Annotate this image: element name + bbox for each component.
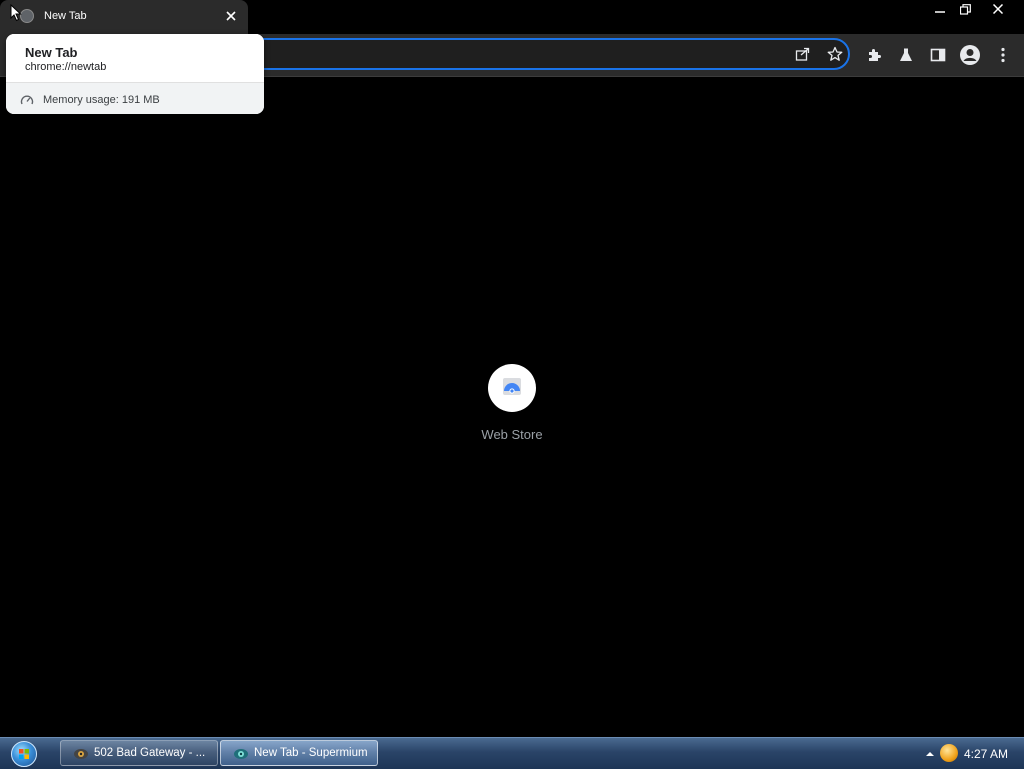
window-close-icon[interactable]: [986, 0, 1010, 18]
hover-card-header: New Tab chrome://newtab: [6, 34, 264, 81]
tab-strip: New Tab: [0, 0, 1024, 34]
minimize-icon[interactable]: [928, 0, 952, 18]
taskbar-item-label: 502 Bad Gateway - ...: [94, 747, 206, 759]
labs-flask-icon[interactable]: [893, 42, 919, 68]
menu-kebab-icon[interactable]: [990, 42, 1016, 68]
tab-close-icon[interactable]: [222, 7, 240, 25]
start-button[interactable]: [8, 739, 40, 769]
omnibox[interactable]: [236, 38, 850, 70]
speedometer-icon: [20, 93, 34, 107]
tab-favicon-icon: [20, 9, 34, 23]
windows-logo-icon: [11, 741, 37, 767]
hover-card-title: New Tab: [25, 45, 78, 60]
taskbar-item-502-bad-gateway[interactable]: 502 Bad Gateway - ...: [60, 740, 218, 766]
taskbar-item-new-tab-supermium[interactable]: New Tab - Supermium: [220, 740, 378, 766]
taskbar: 502 Bad Gateway - ... New Tab - Supermiu…: [0, 737, 1024, 769]
bookmark-star-icon[interactable]: [822, 41, 848, 67]
hover-card-url: chrome://newtab: [25, 61, 107, 73]
memory-usage-text: Memory usage: 191 MB: [43, 94, 160, 106]
profile-avatar-icon[interactable]: [957, 42, 983, 68]
mouse-cursor-icon: [10, 3, 22, 22]
tab-hover-card: New Tab chrome://newtab Memory usage: 19…: [6, 34, 264, 114]
shortcut-label: Web Store: [481, 427, 543, 442]
show-hidden-icons-arrow-icon[interactable]: [924, 747, 936, 759]
tab-title: New Tab: [44, 10, 87, 22]
tray-app-icon[interactable]: [940, 744, 958, 762]
web-store-icon: [501, 375, 523, 402]
taskbar-item-label: New Tab - Supermium: [254, 747, 368, 759]
side-panel-icon[interactable]: [925, 42, 951, 68]
taskbar-clock[interactable]: 4:27 AM: [964, 747, 1008, 761]
tab-new-tab[interactable]: New Tab: [0, 0, 248, 34]
address-input[interactable]: [254, 46, 778, 66]
supermium-icon: [233, 746, 249, 762]
hover-card-footer: Memory usage: 191 MB: [6, 82, 264, 114]
share-icon[interactable]: [790, 41, 816, 67]
shortcut-tile: [488, 364, 536, 412]
extensions-puzzle-icon[interactable]: [861, 42, 887, 68]
restore-icon[interactable]: [953, 0, 977, 18]
browser-icon: [73, 746, 89, 762]
shortcut-web-store[interactable]: Web Store: [472, 360, 552, 450]
